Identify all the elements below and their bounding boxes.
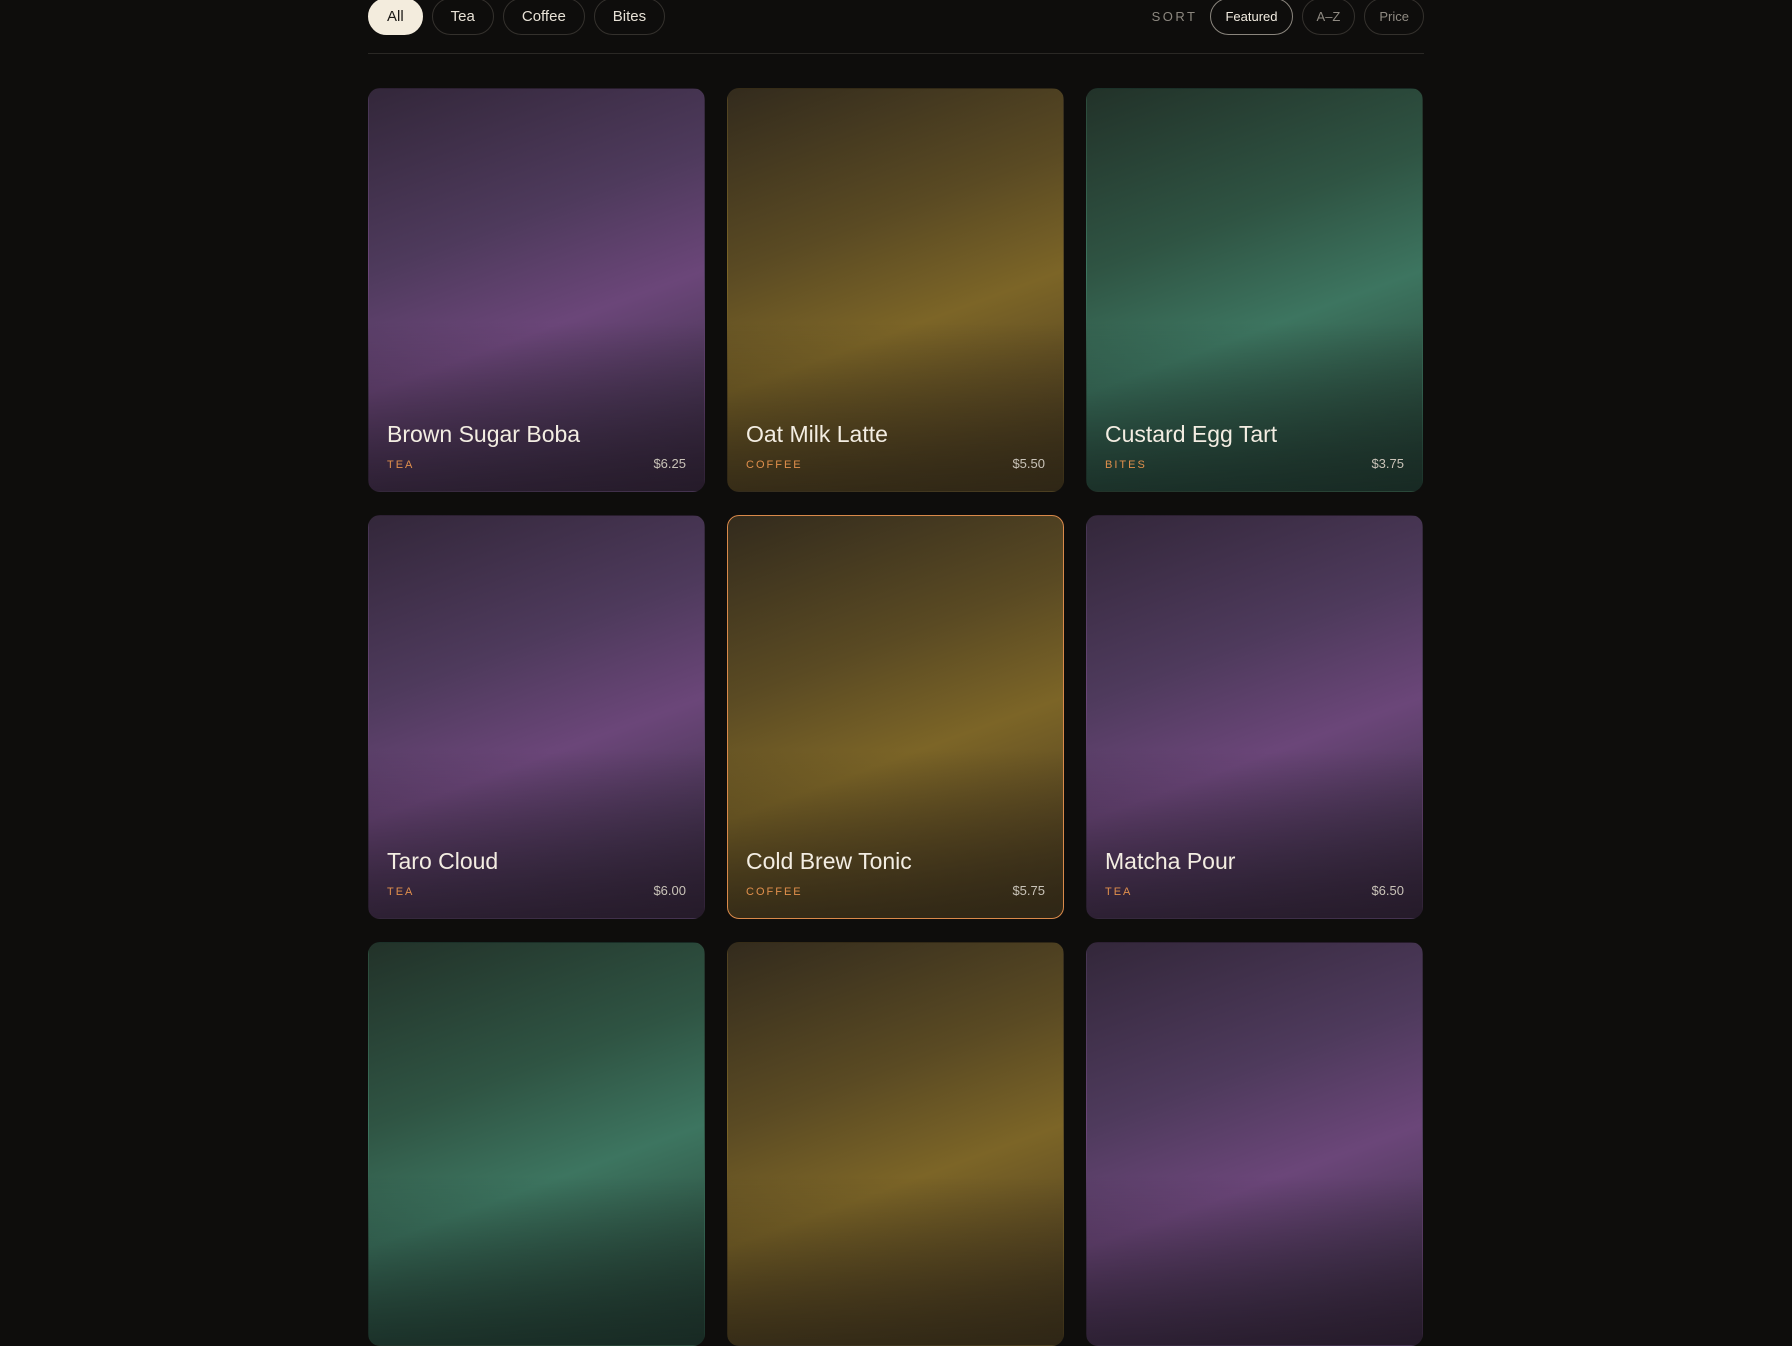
card-meta: TEA $6.25 (387, 456, 686, 471)
card-meta: BITES $3.75 (1105, 456, 1404, 471)
sort-featured-button[interactable]: Featured (1210, 0, 1293, 35)
sort-az-button[interactable]: A–Z (1301, 0, 1356, 35)
product-card[interactable] (1086, 942, 1423, 1346)
product-category: TEA (387, 886, 415, 898)
product-grid: Brown Sugar Boba TEA $6.25 Oat Milk Latt… (368, 88, 1424, 1346)
sort-price-button[interactable]: Price (1364, 0, 1424, 35)
card-meta: TEA $6.50 (1105, 883, 1404, 898)
product-category: TEA (1105, 886, 1133, 898)
product-category: BITES (1105, 459, 1147, 471)
card-meta: COFFEE $5.50 (746, 456, 1045, 471)
product-name: Custard Egg Tart (1105, 421, 1278, 447)
product-category: COFFEE (746, 459, 803, 471)
product-category: COFFEE (746, 886, 803, 898)
product-price: $5.50 (1012, 456, 1045, 471)
filter-all-button[interactable]: All (368, 0, 423, 35)
product-name: Brown Sugar Boba (387, 421, 581, 447)
menu-page: All Tea Coffee Bites SORT Featured A–Z P… (368, 0, 1424, 1345)
product-name: Matcha Pour (1105, 848, 1236, 874)
product-name: Oat Milk Latte (746, 421, 888, 447)
product-card[interactable]: Brown Sugar Boba TEA $6.25 (368, 88, 705, 492)
product-card[interactable]: Oat Milk Latte COFFEE $5.50 (727, 88, 1064, 492)
product-price: $3.75 (1371, 456, 1404, 471)
product-price: $6.00 (653, 883, 686, 898)
product-card[interactable]: Custard Egg Tart BITES $3.75 (1086, 88, 1423, 492)
filter-tea-button[interactable]: Tea (431, 0, 494, 35)
product-card[interactable]: Matcha Pour TEA $6.50 (1086, 515, 1423, 919)
filter-bites-button[interactable]: Bites (593, 0, 666, 35)
product-price: $5.75 (1012, 883, 1045, 898)
card-info: Taro Cloud TEA $6.00 (387, 847, 686, 898)
card-info: Custard Egg Tart BITES $3.75 (1105, 420, 1404, 471)
sort-controls: SORT Featured A–Z Price (1152, 0, 1424, 35)
product-price: $6.50 (1371, 883, 1404, 898)
product-card[interactable] (368, 942, 705, 1346)
product-name: Cold Brew Tonic (746, 848, 912, 874)
card-meta: COFFEE $5.75 (746, 883, 1045, 898)
product-card[interactable]: Taro Cloud TEA $6.00 (368, 515, 705, 919)
toolbar: All Tea Coffee Bites SORT Featured A–Z P… (368, 0, 1424, 54)
card-info: Cold Brew Tonic COFFEE $5.75 (746, 847, 1045, 898)
category-filters: All Tea Coffee Bites (368, 0, 666, 35)
product-name: Taro Cloud (387, 848, 499, 874)
card-info: Matcha Pour TEA $6.50 (1105, 847, 1404, 898)
product-card-selected[interactable]: Cold Brew Tonic COFFEE $5.75 (727, 515, 1064, 919)
product-card[interactable] (727, 942, 1064, 1346)
filter-coffee-button[interactable]: Coffee (502, 0, 585, 35)
product-price: $6.25 (653, 456, 686, 471)
card-meta: TEA $6.00 (387, 883, 686, 898)
card-info: Oat Milk Latte COFFEE $5.50 (746, 420, 1045, 471)
card-info: Brown Sugar Boba TEA $6.25 (387, 420, 686, 471)
sort-label: SORT (1151, 9, 1198, 24)
product-category: TEA (387, 459, 415, 471)
